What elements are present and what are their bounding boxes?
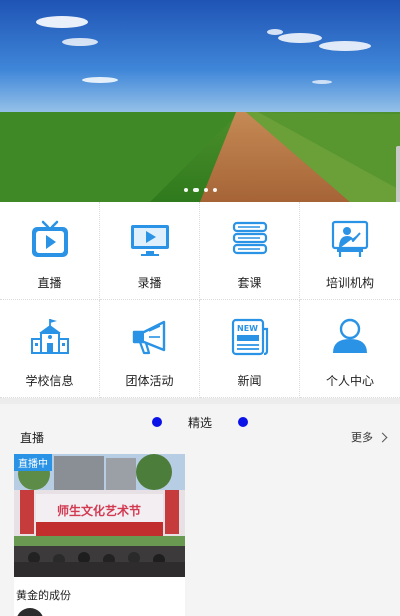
more-link[interactable]: 更多: [351, 429, 388, 445]
chevron-right-icon: [377, 432, 388, 442]
menu-item-course-set[interactable]: 套课: [200, 202, 300, 300]
news-icon: NEW: [229, 316, 271, 358]
menu-item-school-info[interactable]: 学校信息: [0, 300, 100, 398]
edge-drawer-handle[interactable]: [396, 146, 400, 204]
menu-item-training[interactable]: 培训机构: [300, 202, 400, 300]
menu-item-label: 直播: [37, 276, 62, 290]
avatar: [16, 608, 44, 616]
live-section-label: 直播: [20, 430, 45, 445]
event-photo: 师生文化艺术节: [14, 454, 185, 577]
menu-item-news[interactable]: NEW 新闻: [200, 300, 300, 398]
menu-item-recorded[interactable]: 录播: [100, 202, 200, 300]
menu-item-label: 个人中心: [325, 374, 374, 388]
user-profile-icon: [329, 316, 371, 358]
banner-carousel[interactable]: [0, 0, 400, 202]
live-card-title: 黄金的成份: [16, 589, 71, 602]
menu-item-label: 录播: [137, 276, 162, 290]
live-tv-icon: [29, 218, 71, 260]
live-card-footer: [14, 608, 44, 616]
carousel-dot[interactable]: [212, 188, 217, 192]
carousel-dot[interactable]: [203, 188, 208, 192]
menu-item-label: 团体活动: [125, 374, 174, 388]
menu-item-label: 学校信息: [25, 374, 74, 388]
megaphone-icon: [129, 316, 171, 358]
menu-item-label: 新闻: [237, 374, 262, 388]
live-card-thumbnail: 直播中 师生文化艺术节: [14, 454, 185, 577]
more-label: 更多: [351, 431, 373, 444]
carousel-dot[interactable]: [192, 188, 199, 192]
course-stack-icon: [229, 218, 271, 260]
svg-text:NEW: NEW: [237, 324, 258, 333]
live-section-header: 直播 更多: [20, 428, 388, 446]
banner-image: [0, 0, 400, 202]
menu-item-label: 套课: [237, 276, 262, 290]
live-badge: 直播中: [14, 454, 52, 471]
menu-item-group-activities[interactable]: 团体活动: [100, 300, 200, 398]
menu-grid: 直播 录播 套课 培训机构 学校信息 团体活动 NEW 新闻 个人中心: [0, 202, 400, 398]
photo-banner-text: 师生文化艺术节: [57, 503, 141, 518]
live-card[interactable]: 直播中 师生文化艺术节 黄金的成份: [14, 454, 185, 616]
indicator-dot: [238, 417, 248, 427]
menu-item-profile[interactable]: 个人中心: [300, 300, 400, 398]
recorded-video-icon: [129, 218, 171, 260]
indicator-dot: [151, 417, 162, 427]
featured-section: 精选 直播 更多 直播中 师生文化艺术节 黄金的成份: [0, 404, 400, 616]
carousel-indicators: [0, 188, 400, 192]
carousel-dot[interactable]: [183, 188, 188, 192]
school-building-icon: [29, 316, 71, 358]
menu-item-live[interactable]: 直播: [0, 202, 100, 300]
menu-item-label: 培训机构: [325, 276, 374, 290]
training-institution-icon: [329, 218, 371, 260]
